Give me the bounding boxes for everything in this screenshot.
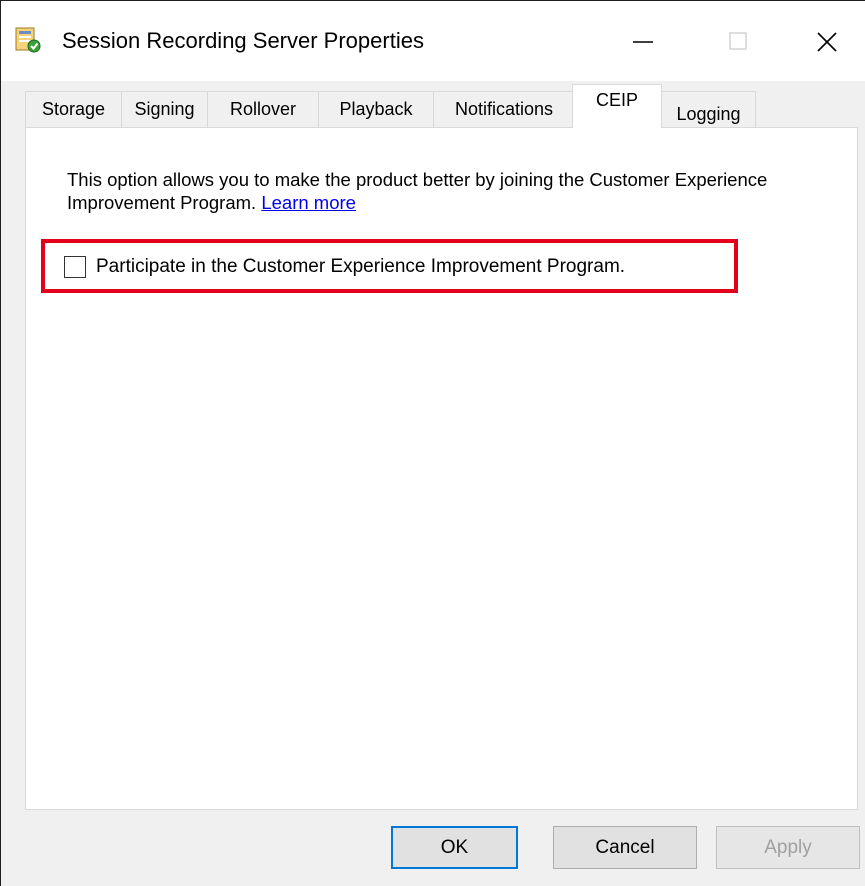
server-properties-icon <box>15 27 41 53</box>
window-title: Session Recording Server Properties <box>62 28 424 53</box>
tab-storage[interactable]: Storage <box>25 91 122 127</box>
ceip-participate-label[interactable]: Participate in the Customer Experience I… <box>96 256 625 278</box>
ceip-description: This option allows you to make the produ… <box>67 168 837 214</box>
ceip-participate-checkbox[interactable] <box>64 256 86 278</box>
description-text: This option allows you to make the produ… <box>67 169 768 213</box>
close-icon <box>817 32 837 52</box>
apply-button[interactable]: Apply <box>716 826 860 869</box>
tab-signing[interactable]: Signing <box>121 91 208 127</box>
ok-button[interactable]: OK <box>391 826 518 869</box>
close-button[interactable] <box>804 19 850 65</box>
maximize-icon <box>729 32 747 50</box>
ceip-tab-panel: This option allows you to make the produ… <box>25 127 858 810</box>
tab-label: Playback <box>339 99 413 119</box>
tab-rollover[interactable]: Rollover <box>207 91 319 127</box>
tab-label: Rollover <box>229 99 297 119</box>
tab-playback[interactable]: Playback <box>318 91 434 127</box>
tab-label: Signing <box>134 99 195 119</box>
tab-label: CEIP <box>595 90 638 110</box>
cancel-button[interactable]: Cancel <box>553 826 697 869</box>
tab-label: Storage <box>41 99 106 119</box>
maximize-button[interactable] <box>716 19 762 65</box>
tab-ceip[interactable]: CEIP <box>572 84 662 128</box>
learn-more-link[interactable]: Learn more <box>261 192 356 213</box>
ceip-participate-option[interactable]: Participate in the Customer Experience I… <box>64 256 625 278</box>
title-bar[interactable]: Session Recording Server Properties <box>1 1 865 81</box>
minimize-icon <box>633 41 653 43</box>
tab-label: Logging <box>676 104 741 124</box>
tab-strip: Storage Signing Rollover Playback Notifi… <box>25 84 865 128</box>
tab-notifications[interactable]: Notifications <box>433 91 575 127</box>
tab-label: Notifications <box>454 99 554 119</box>
tab-logging[interactable]: Logging <box>661 91 756 127</box>
properties-dialog: Session Recording Server Properties Stor… <box>0 0 865 886</box>
minimize-button[interactable] <box>620 19 666 65</box>
